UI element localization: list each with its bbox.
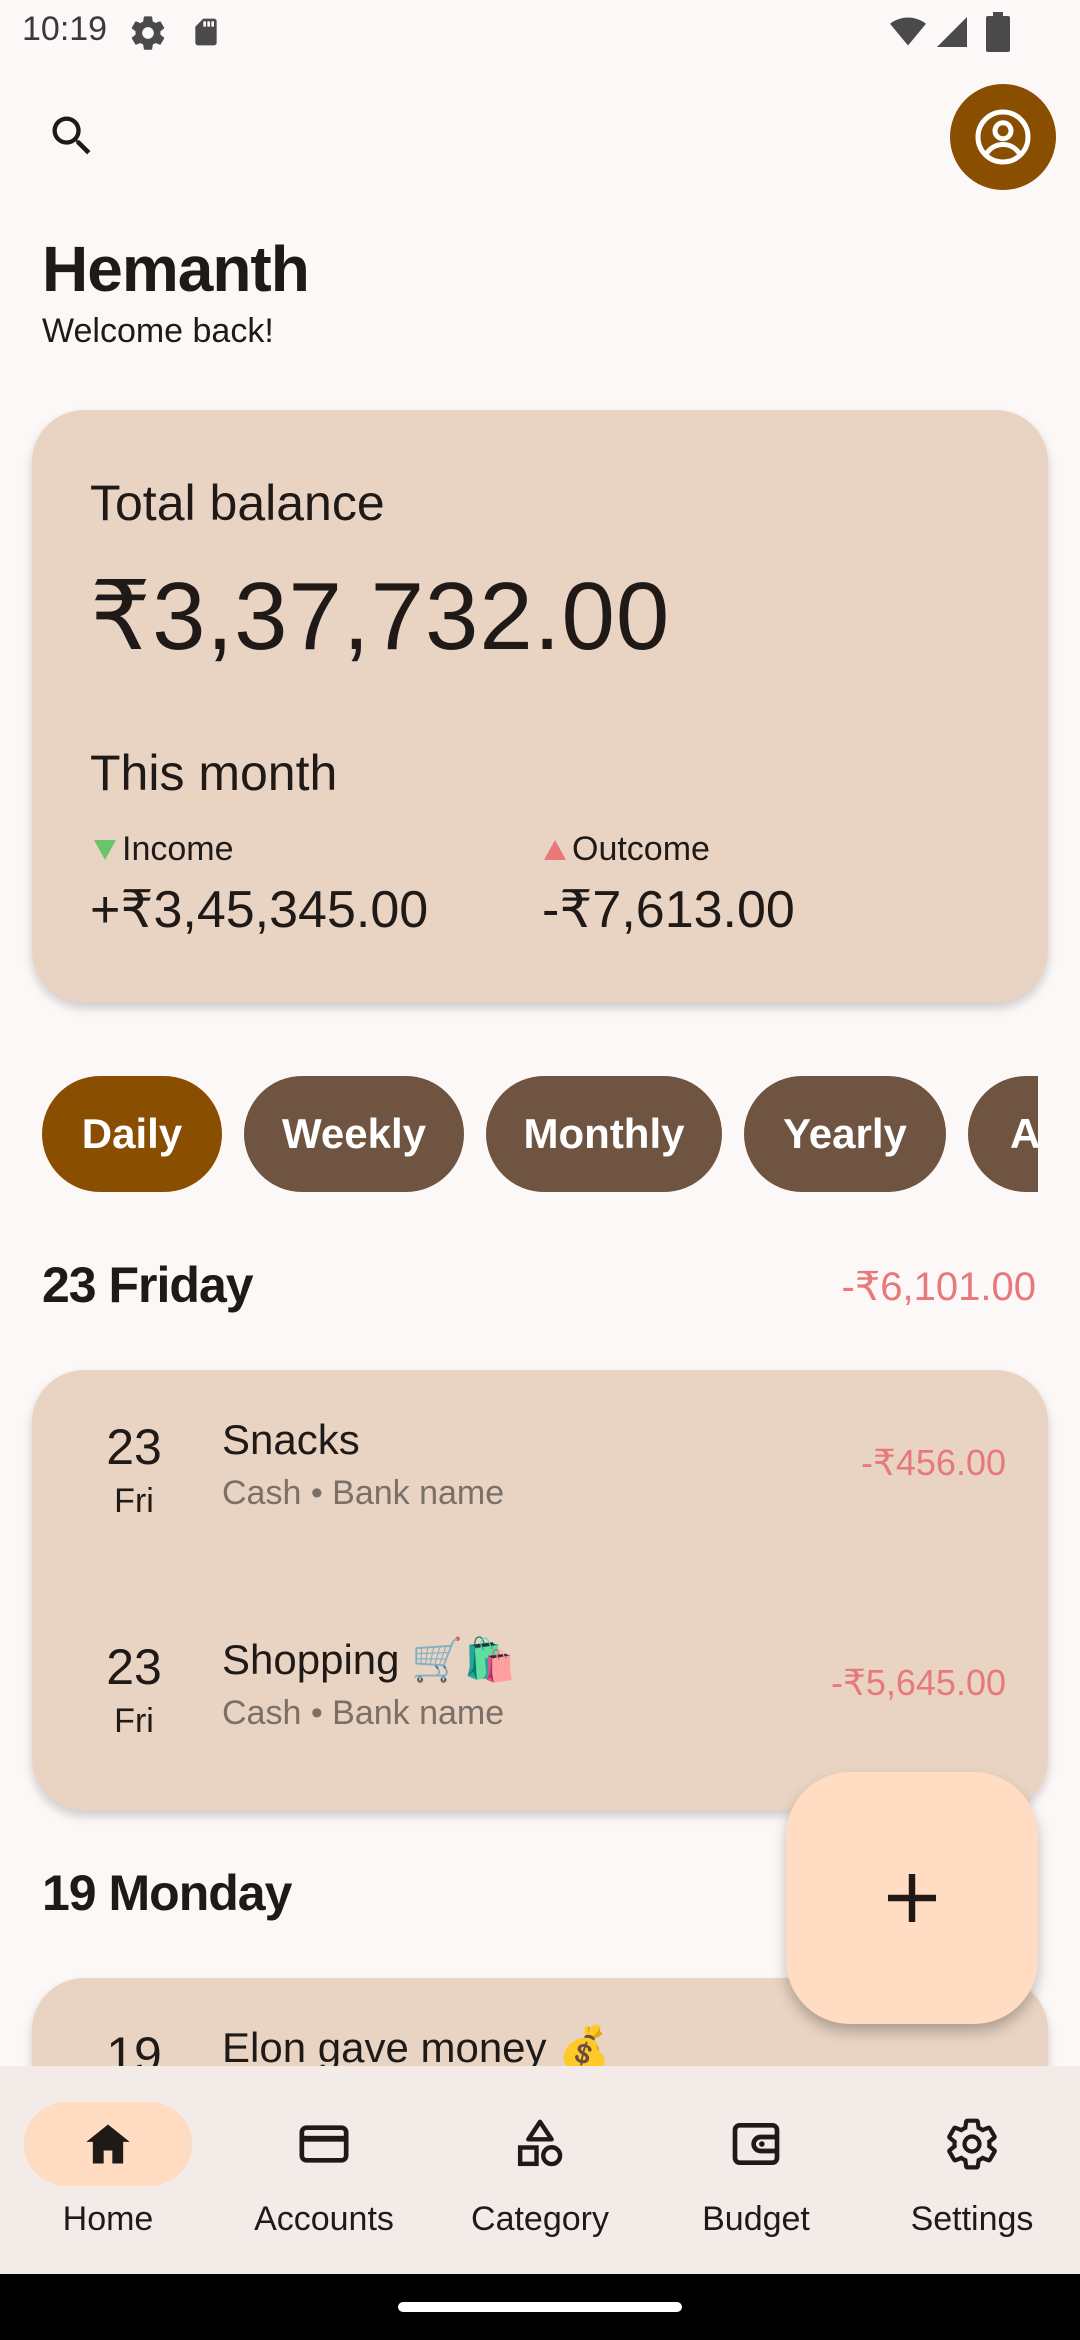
outcome-label: Outcome xyxy=(572,830,710,868)
income-arrow-icon xyxy=(94,839,116,860)
chip-monthly[interactable]: Monthly xyxy=(486,1076,722,1192)
transaction-day: 23 xyxy=(106,1419,162,1475)
outcome-arrow-icon xyxy=(544,839,566,860)
wallet-icon xyxy=(732,2123,780,2165)
welcome-text: Welcome back! xyxy=(42,312,274,350)
plus-icon xyxy=(888,1874,936,1922)
account-circle-icon xyxy=(975,109,1031,165)
signal-icon xyxy=(937,17,967,47)
transactions-card: 23 Fri Snacks Cash • Bank name -₹456.00 … xyxy=(32,1370,1048,1810)
status-time: 10:19 xyxy=(22,10,108,48)
status-bar: 10:19 xyxy=(0,0,1080,64)
nav-home-indicator xyxy=(24,2102,192,2186)
home-screen: 10:19 Hemanth Welcome back! Total balanc… xyxy=(0,0,1080,2340)
transaction-account: Cash • Bank name xyxy=(222,1474,505,1512)
transaction-title: Snacks xyxy=(222,1416,360,1463)
chip-weekly[interactable]: Weekly xyxy=(244,1076,464,1192)
nav-budget-icon-wrap xyxy=(672,2102,840,2186)
this-month-label: This month xyxy=(90,745,338,801)
nav-accounts-label: Accounts xyxy=(254,2200,394,2238)
nav-home-label: Home xyxy=(62,2200,154,2238)
period-filter-chips: Daily Weekly Monthly Yearly A xyxy=(42,1076,1038,1192)
nav-category-label: Category xyxy=(471,2200,609,2238)
outcome-value: -₹7,613.00 xyxy=(542,881,795,939)
nav-budget[interactable]: Budget xyxy=(648,2066,864,2274)
transaction-row[interactable]: 23 Fri Snacks Cash • Bank name -₹456.00 xyxy=(32,1370,1048,1570)
sd-card-icon xyxy=(195,18,217,46)
balance-card[interactable]: Total balance ₹3,37,732.00 This month In… xyxy=(32,410,1048,1002)
outcome-label-group: Outcome xyxy=(544,830,710,869)
nav-accounts-icon-wrap xyxy=(240,2102,408,2186)
income-value: +₹3,45,345.00 xyxy=(90,881,429,939)
nav-category[interactable]: Category xyxy=(432,2066,648,2274)
chip-all[interactable]: A xyxy=(968,1076,1038,1192)
income-label-group: Income xyxy=(94,830,234,869)
nav-budget-label: Budget xyxy=(702,2200,810,2238)
home-icon xyxy=(86,2124,130,2164)
total-balance-label: Total balance xyxy=(90,475,385,531)
user-name: Hemanth xyxy=(42,233,310,305)
nav-home[interactable]: Home xyxy=(0,2066,216,2274)
wifi-icon xyxy=(890,17,926,46)
transaction-weekday: Fri xyxy=(114,1702,154,1740)
nav-settings-label: Settings xyxy=(910,2200,1034,2238)
bottom-navigation: Home Accounts Category Budget Settings xyxy=(0,2066,1080,2274)
nav-settings-icon-wrap xyxy=(888,2102,1056,2186)
transaction-amount: -₹5,645.00 xyxy=(830,1662,1006,1703)
settings-gear-icon xyxy=(131,16,165,50)
day-header: 19 Monday xyxy=(42,1865,292,1921)
gesture-handle[interactable] xyxy=(398,2302,682,2312)
nav-category-icon-wrap xyxy=(456,2102,624,2186)
chip-yearly[interactable]: Yearly xyxy=(744,1076,946,1192)
search-button[interactable] xyxy=(40,104,104,168)
search-icon xyxy=(52,116,91,155)
transaction-day: 23 xyxy=(106,1639,162,1695)
day-header: 23 Friday xyxy=(42,1257,254,1313)
day-total: -₹6,101.00 xyxy=(841,1265,1036,1309)
chip-daily[interactable]: Daily xyxy=(42,1076,222,1192)
transaction-account: Cash • Bank name xyxy=(222,1694,505,1732)
transaction-row[interactable]: 23 Fri Shopping 🛒🛍️ Cash • Bank name -₹5… xyxy=(32,1590,1048,1790)
add-transaction-button[interactable] xyxy=(786,1772,1038,2024)
profile-button[interactable] xyxy=(950,84,1056,190)
total-balance-value: ₹3,37,732.00 xyxy=(90,563,671,670)
transaction-weekday: Fri xyxy=(114,1482,154,1520)
nav-settings[interactable]: Settings xyxy=(864,2066,1080,2274)
credit-card-icon xyxy=(299,2125,349,2163)
battery-icon xyxy=(986,12,1010,52)
transaction-title: Shopping 🛒🛍️ xyxy=(222,1636,516,1683)
category-shapes-icon xyxy=(517,2119,563,2167)
transaction-amount: -₹456.00 xyxy=(860,1442,1006,1483)
nav-accounts[interactable]: Accounts xyxy=(216,2066,432,2274)
settings-icon xyxy=(947,2118,997,2170)
income-label: Income xyxy=(122,830,234,868)
